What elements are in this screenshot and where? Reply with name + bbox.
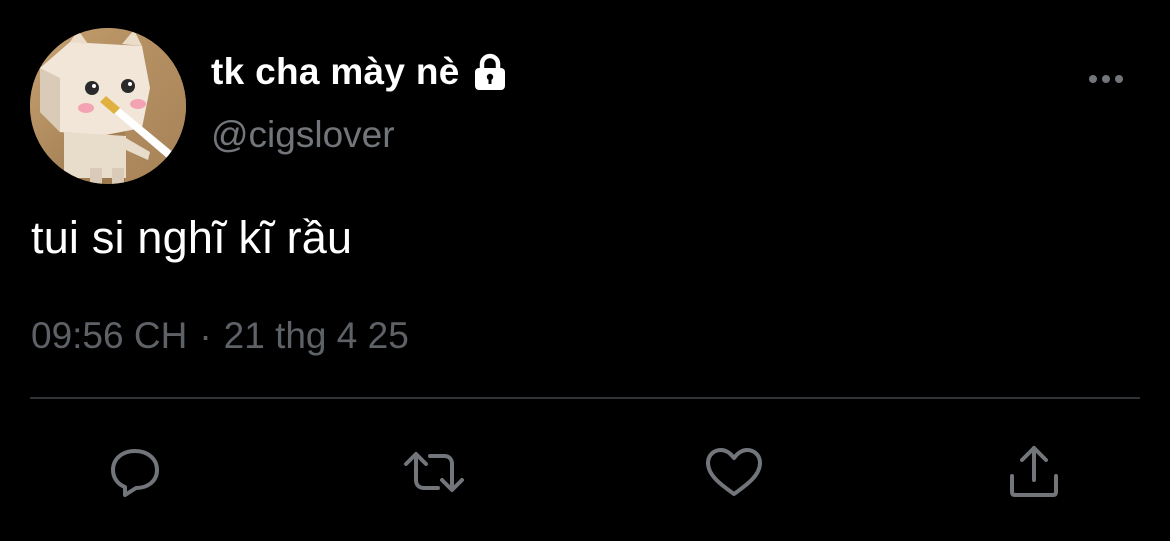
- divider: [30, 397, 1140, 399]
- tweet-time: 09:56 CH: [31, 315, 188, 356]
- reply-button[interactable]: [103, 440, 167, 504]
- more-horizontal-icon: [1089, 75, 1123, 83]
- reply-bubble-icon: [111, 449, 159, 497]
- share-upload-icon: [1010, 446, 1058, 497]
- tweet-timestamp[interactable]: 09:56 CH · 21 thg 4 25: [31, 315, 409, 357]
- avatar-image: [30, 28, 186, 184]
- like-button[interactable]: [702, 440, 766, 504]
- tweet-text: tui si nghĩ kĩ rầu: [31, 212, 353, 263]
- more-options-button[interactable]: [1082, 60, 1130, 96]
- share-button[interactable]: [1002, 440, 1066, 504]
- author-handle[interactable]: @cigslover: [211, 114, 395, 156]
- meta-separator: ·: [199, 315, 212, 356]
- retweet-icon: [404, 452, 464, 492]
- display-name[interactable]: tk cha mày nè: [211, 51, 460, 93]
- lock-icon: [470, 52, 510, 92]
- avatar[interactable]: [30, 28, 186, 184]
- tweet-date: 21 thg 4 25: [223, 315, 409, 356]
- heart-icon: [706, 448, 762, 496]
- author-name-row[interactable]: tk cha mày nè: [211, 50, 510, 94]
- retweet-button[interactable]: [402, 440, 466, 504]
